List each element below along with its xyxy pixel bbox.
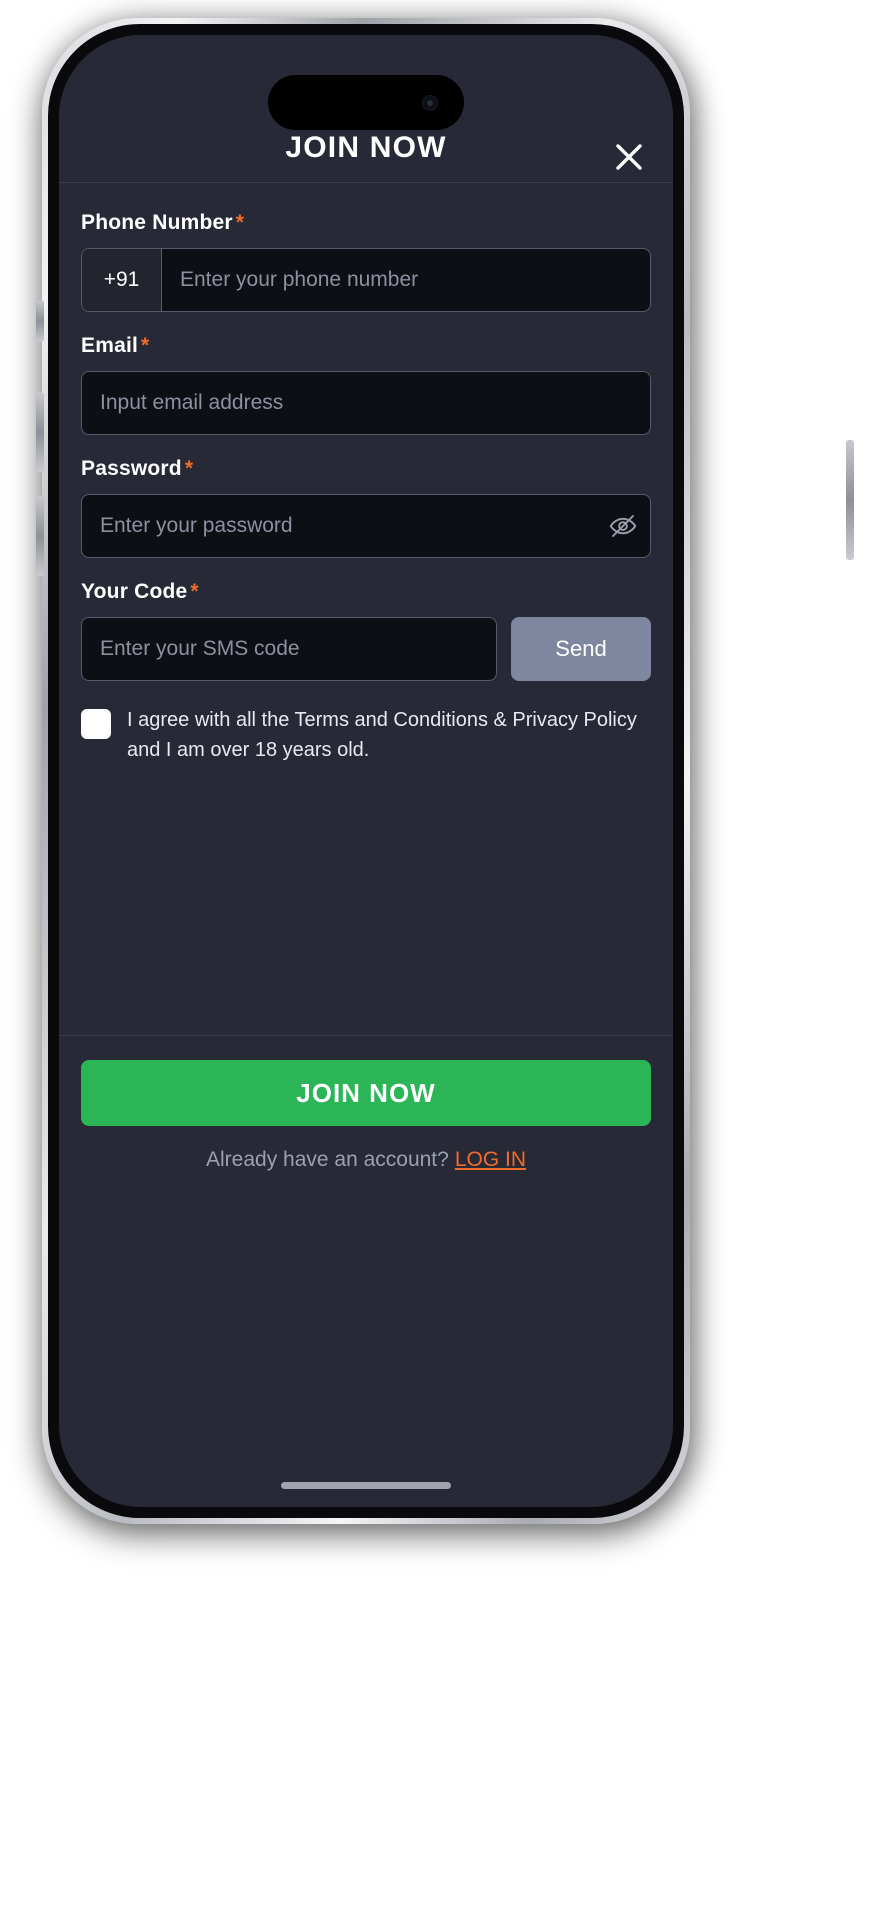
send-code-button[interactable]: Send — [511, 617, 651, 681]
required-asterisk: * — [190, 580, 199, 603]
email-label: Email * — [81, 334, 651, 358]
email-label-text: Email — [81, 334, 139, 357]
password-input[interactable] — [82, 495, 596, 557]
modal-footer: JOIN NOW Already have an account? LOG IN — [59, 1036, 673, 1172]
join-now-button[interactable]: JOIN NOW — [81, 1060, 651, 1126]
phone-input[interactable] — [162, 249, 650, 311]
email-input[interactable] — [82, 372, 650, 434]
eye-off-icon[interactable] — [596, 495, 650, 557]
code-label: Your Code * — [81, 580, 651, 604]
phone-label: Phone Number * — [81, 211, 651, 235]
terms-checkbox[interactable] — [81, 709, 111, 739]
sms-code-input-shell — [81, 617, 497, 681]
signup-form: Phone Number* +91 Email* — [59, 183, 673, 765]
screenshot-root: JOIN NOW Phone Number * +91 Enter your p… — [0, 0, 890, 1920]
login-prompt-text: Already have an account? — [205, 1148, 449, 1171]
modal-header: JOIN NOW — [59, 35, 673, 183]
code-label-text: Your Code — [81, 580, 188, 603]
phone-screen: JOIN NOW Phone Number * +91 Enter your p… — [59, 35, 673, 1507]
password-label: Password * — [81, 457, 651, 481]
login-prompt-row: Already have an account? LOG IN — [81, 1148, 651, 1172]
close-icon[interactable] — [607, 135, 651, 179]
field-email: Email * — [81, 334, 651, 435]
required-asterisk: * — [141, 334, 150, 357]
password-input-shell — [81, 494, 651, 558]
phone-label-text: Phone Number — [81, 211, 233, 234]
log-in-link[interactable]: LOG IN — [455, 1148, 526, 1171]
volume-up-button[interactable] — [36, 392, 44, 472]
required-asterisk: * — [235, 211, 245, 234]
country-code-selector[interactable]: +91 — [82, 249, 162, 311]
field-password: Password * — [81, 457, 651, 558]
terms-agreement-text: I agree with all the Terms and Condition… — [127, 709, 637, 761]
signup-modal: JOIN NOW Phone Number * +91 Enter your p… — [59, 35, 673, 1507]
code-row: Send — [81, 617, 651, 681]
field-code: Your Code* Send — [81, 580, 651, 681]
page-title: JOIN NOW — [285, 131, 447, 164]
password-label-text: Password — [81, 457, 182, 480]
phone-input-shell: +91 — [81, 248, 651, 312]
terms-agreement-row[interactable]: I agree with all the Terms and Condition… — [81, 705, 651, 765]
volume-down-button[interactable] — [36, 496, 44, 576]
power-button[interactable] — [846, 440, 854, 560]
email-input-shell — [81, 371, 651, 435]
field-phone: Phone Number * +91 — [81, 211, 651, 312]
home-indicator[interactable] — [281, 1482, 451, 1489]
silent-switch[interactable] — [36, 300, 44, 342]
required-asterisk: * — [184, 457, 194, 480]
sms-code-input[interactable] — [82, 618, 496, 680]
